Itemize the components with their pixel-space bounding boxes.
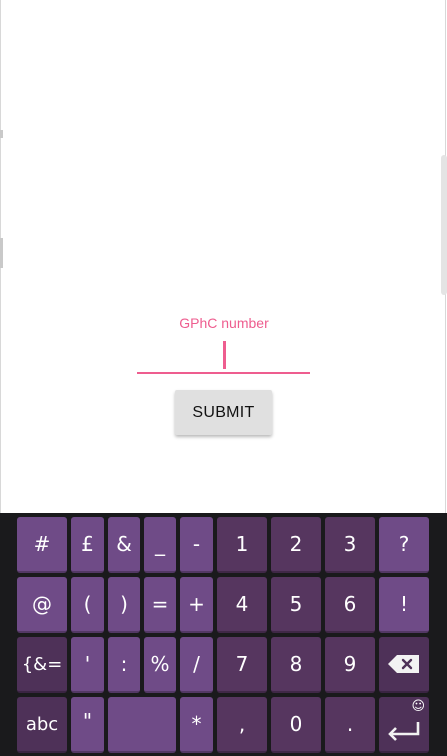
edge-artifact — [0, 238, 3, 268]
key-comma[interactable]: , — [217, 697, 267, 753]
key-abc[interactable]: abc — [17, 697, 67, 753]
edge-artifact — [0, 130, 3, 138]
key-question[interactable]: ? — [379, 517, 429, 573]
key-3[interactable]: 3 — [325, 517, 375, 573]
key-equals[interactable]: = — [144, 577, 176, 633]
onscreen-keyboard: # £ & _ - 1 2 3 ? @ ( ) = + 4 5 6 ! {&= … — [0, 513, 447, 756]
key-underscore[interactable]: _ — [144, 517, 176, 573]
key-5[interactable]: 5 — [271, 577, 321, 633]
key-minus[interactable]: - — [180, 517, 213, 573]
key-apostrophe[interactable]: ' — [71, 637, 104, 693]
backspace-icon — [387, 654, 421, 674]
key-7[interactable]: 7 — [217, 637, 267, 693]
key-6[interactable]: 6 — [325, 577, 375, 633]
key-backspace[interactable] — [379, 637, 429, 693]
key-plus[interactable]: + — [180, 577, 213, 633]
key-enter[interactable]: ☺ — [379, 697, 429, 753]
key-asterisk[interactable]: * — [180, 697, 213, 753]
key-1[interactable]: 1 — [217, 517, 267, 573]
key-at[interactable]: @ — [17, 577, 67, 633]
key-pound[interactable]: £ — [71, 517, 104, 573]
form-dialog: GPhC number SUBMIT — [0, 0, 447, 513]
gphc-number-input[interactable] — [137, 372, 310, 374]
key-colon[interactable]: : — [108, 637, 140, 693]
text-cursor — [223, 341, 226, 369]
key-9[interactable]: 9 — [325, 637, 375, 693]
key-space[interactable] — [108, 697, 176, 753]
key-ampersand[interactable]: & — [108, 517, 140, 573]
key-period[interactable]: . — [325, 697, 375, 753]
submit-button[interactable]: SUBMIT — [175, 390, 272, 435]
key-close-paren[interactable]: ) — [108, 577, 140, 633]
key-slash[interactable]: / — [180, 637, 213, 693]
enter-icon — [386, 720, 422, 742]
key-open-paren[interactable]: ( — [71, 577, 104, 633]
scrollbar[interactable] — [441, 155, 447, 295]
gphc-number-label: GPhC number — [179, 315, 269, 331]
key-double-quote[interactable]: " — [71, 697, 104, 753]
key-4[interactable]: 4 — [217, 577, 267, 633]
key-2[interactable]: 2 — [271, 517, 321, 573]
emoji-icon: ☺ — [411, 699, 425, 714]
key-exclamation[interactable]: ! — [379, 577, 429, 633]
key-hash[interactable]: # — [17, 517, 67, 573]
key-0[interactable]: 0 — [271, 697, 321, 753]
key-percent[interactable]: % — [144, 637, 176, 693]
key-more-symbols[interactable]: {&= — [17, 637, 67, 693]
key-8[interactable]: 8 — [271, 637, 321, 693]
